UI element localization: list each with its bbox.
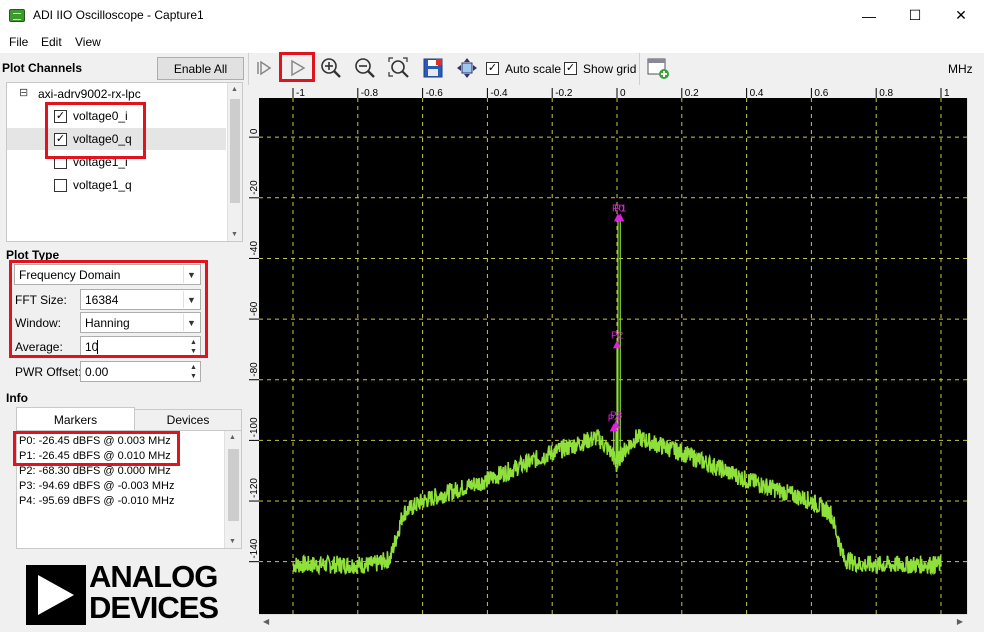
y-tick-label: -140 bbox=[249, 538, 260, 558]
x-tick-label: 0.4 bbox=[750, 88, 764, 99]
window-label: Window: bbox=[15, 316, 62, 330]
info-title: Info bbox=[6, 391, 28, 405]
zoom-out-icon[interactable] bbox=[351, 54, 379, 82]
auto-scale-checkbox[interactable]: ✓ bbox=[486, 62, 499, 75]
y-tick-label: -40 bbox=[249, 241, 260, 256]
voltage1-i-checkbox[interactable] bbox=[54, 156, 67, 169]
tab-devices[interactable]: Devices bbox=[134, 409, 242, 431]
single-capture-icon[interactable] bbox=[250, 54, 278, 82]
x-tick-label: -0.4 bbox=[490, 88, 508, 99]
y-tick-label: -100 bbox=[249, 417, 260, 437]
toolbar-separator bbox=[248, 53, 249, 85]
spin-up-icon[interactable]: ▲ bbox=[188, 363, 199, 372]
y-ticks: 0 -20 -40 -60 -80 -100 -120 -140 bbox=[249, 128, 260, 563]
plot-type-title: Plot Type bbox=[6, 248, 60, 262]
markers-scrollbar[interactable]: ▲ ▼ bbox=[224, 431, 241, 548]
spectrum-plot[interactable]: P0P1P2P3P4 -1 -0.8 -0.6 -0.4 -0.2 0 0.2 0.4 0.6 0… bbox=[247, 86, 968, 615]
average-label: Average: bbox=[15, 340, 63, 354]
x-tick-label: -1 bbox=[296, 88, 305, 99]
save-icon[interactable] bbox=[419, 54, 447, 82]
voltage1-q-label: voltage1_q bbox=[73, 178, 132, 192]
plot-channels-title: Plot Channels bbox=[2, 61, 83, 75]
tree-expander-icon[interactable]: ⊟ bbox=[19, 86, 28, 99]
add-plot-icon[interactable] bbox=[644, 54, 672, 82]
enable-all-button[interactable]: Enable All bbox=[157, 57, 244, 80]
logo-line-2: DEVICES bbox=[89, 590, 219, 625]
pwr-offset-label: PWR Offset: bbox=[15, 365, 82, 379]
fft-size-select[interactable]: 16384 ▼ bbox=[80, 289, 201, 310]
auto-scale-label: Auto scale bbox=[505, 62, 562, 76]
menu-file[interactable]: File bbox=[9, 35, 28, 49]
fft-size-label: FFT Size: bbox=[15, 293, 67, 307]
x-tick-label: -0.8 bbox=[361, 88, 379, 99]
chevron-down-icon: ▼ bbox=[183, 291, 199, 308]
logo-line-1: ANALOG bbox=[89, 559, 218, 594]
average-spinner[interactable]: 10 ▲ ▼ bbox=[80, 336, 201, 357]
window-select[interactable]: Hanning ▼ bbox=[80, 312, 201, 333]
x-tick-label: -0.2 bbox=[555, 88, 573, 99]
x-tick-label: 0 bbox=[620, 88, 626, 99]
menu-view[interactable]: View bbox=[75, 35, 101, 49]
play-icon[interactable] bbox=[283, 54, 311, 82]
marker-p1: P1: -26.45 dBFS @ 0.010 MHz bbox=[19, 450, 171, 462]
voltage0-i-checkbox[interactable]: ✓ bbox=[54, 110, 67, 123]
window-value: Hanning bbox=[85, 316, 130, 330]
domain-select[interactable]: Frequency Domain ▼ bbox=[14, 264, 201, 285]
marker-p2: P2: -68.30 dBFS @ 0.000 MHz bbox=[19, 465, 171, 477]
fullscreen-icon[interactable] bbox=[453, 54, 481, 82]
spin-down-icon[interactable]: ▼ bbox=[188, 347, 199, 356]
spin-down-icon[interactable]: ▼ bbox=[188, 372, 199, 381]
tab-markers[interactable]: Markers bbox=[16, 407, 135, 431]
menu-edit[interactable]: Edit bbox=[41, 35, 62, 49]
channel-tree-scrollbar[interactable]: ▲ ▼ bbox=[227, 83, 242, 241]
fft-size-value: 16384 bbox=[85, 293, 119, 307]
marker-p4: P4: -95.69 dBFS @ -0.010 MHz bbox=[19, 495, 175, 507]
voltage1-i-label: voltage1_i bbox=[73, 155, 128, 169]
adi-logo-icon bbox=[26, 565, 86, 625]
marker-p0: P0: -26.45 dBFS @ 0.003 MHz bbox=[19, 435, 171, 447]
y-tick-label: -80 bbox=[249, 362, 260, 377]
y-tick-label: -120 bbox=[249, 478, 260, 498]
y-tick-label: 0 bbox=[249, 128, 260, 134]
x-tick-label: -0.6 bbox=[426, 88, 444, 99]
pwr-offset-spinner[interactable]: 0.00 ▲ ▼ bbox=[80, 361, 201, 382]
y-tick-label: -60 bbox=[249, 301, 260, 316]
voltage0-q-label: voltage0_q bbox=[73, 132, 132, 146]
plot-horizontal-scrollbar[interactable]: ◀ ▶ bbox=[259, 614, 967, 630]
marker-label-p2: P2 bbox=[611, 330, 624, 341]
plot-right-edge bbox=[967, 98, 984, 614]
chevron-down-icon: ▼ bbox=[183, 266, 199, 283]
frequency-unit-label: MHz bbox=[948, 62, 973, 76]
plot-background bbox=[259, 98, 967, 614]
device-node[interactable]: axi-adrv9002-rx-lpc bbox=[38, 87, 141, 101]
voltage0-i-label: voltage0_i bbox=[73, 109, 128, 123]
chevron-down-icon: ▼ bbox=[183, 314, 199, 331]
marker-p3: P3: -94.69 dBFS @ -0.003 MHz bbox=[19, 480, 175, 492]
x-tick-label: 0.2 bbox=[685, 88, 699, 99]
zoom-in-icon[interactable] bbox=[317, 54, 345, 82]
toolbar-separator bbox=[639, 53, 640, 85]
window-title: ADI IIO Oscilloscope - Capture1 bbox=[33, 8, 204, 22]
spin-up-icon[interactable]: ▲ bbox=[188, 338, 199, 347]
voltage0-q-checkbox[interactable]: ✓ bbox=[54, 133, 67, 146]
marker-label-p1: P1 bbox=[614, 203, 627, 214]
menu-bar bbox=[0, 31, 984, 53]
show-grid-label: Show grid bbox=[583, 62, 637, 76]
marker-label-p4: P4 bbox=[608, 413, 621, 424]
x-tick-label: 0.6 bbox=[814, 88, 828, 99]
close-button[interactable]: ✕ bbox=[938, 0, 984, 31]
zoom-fit-icon[interactable] bbox=[385, 54, 413, 82]
text-cursor bbox=[97, 340, 98, 354]
maximize-button[interactable]: ☐ bbox=[892, 0, 938, 31]
domain-value: Frequency Domain bbox=[19, 268, 121, 282]
minimize-button[interactable]: — bbox=[846, 0, 892, 31]
app-icon bbox=[9, 9, 25, 22]
show-grid-checkbox[interactable]: ✓ bbox=[564, 62, 577, 75]
y-tick-label: -20 bbox=[249, 180, 260, 195]
x-tick-label: 0.8 bbox=[879, 88, 893, 99]
x-tick-label: 1 bbox=[944, 88, 950, 99]
pwr-offset-value: 0.00 bbox=[85, 365, 109, 379]
x-ticks: -1 -0.8 -0.6 -0.4 -0.2 0 0.2 0.4 0.6 0.8 1 bbox=[292, 88, 950, 99]
voltage1-q-checkbox[interactable] bbox=[54, 179, 67, 192]
